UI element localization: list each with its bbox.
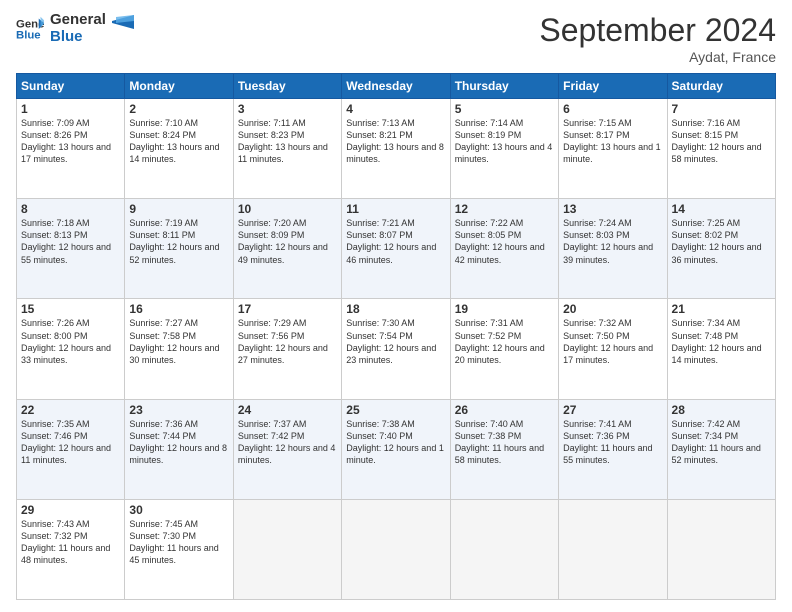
day-19: 19 Sunrise: 7:31 AMSunset: 7:52 PMDaylig… xyxy=(450,299,558,399)
day-10: 10 Sunrise: 7:20 AMSunset: 8:09 PMDaylig… xyxy=(233,199,341,299)
day-25: 25 Sunrise: 7:38 AMSunset: 7:40 PMDaylig… xyxy=(342,399,450,499)
week-4: 22 Sunrise: 7:35 AMSunset: 7:46 PMDaylig… xyxy=(17,399,776,499)
day-2: 2 Sunrise: 7:10 AMSunset: 8:24 PMDayligh… xyxy=(125,99,233,199)
header-row: Sunday Monday Tuesday Wednesday Thursday… xyxy=(17,74,776,99)
day-26: 26 Sunrise: 7:40 AMSunset: 7:38 PMDaylig… xyxy=(450,399,558,499)
svg-text:Blue: Blue xyxy=(16,29,41,41)
calendar-table: Sunday Monday Tuesday Wednesday Thursday… xyxy=(16,73,776,600)
col-saturday: Saturday xyxy=(667,74,775,99)
title-block: September 2024 Aydat, France xyxy=(539,12,776,65)
day-4: 4 Sunrise: 7:13 AMSunset: 8:21 PMDayligh… xyxy=(342,99,450,199)
header: General Blue General Blue September 2024… xyxy=(16,12,776,65)
logo-icon: General Blue xyxy=(16,15,44,43)
week-5: 29 Sunrise: 7:43 AMSunset: 7:32 PMDaylig… xyxy=(17,499,776,599)
day-3: 3 Sunrise: 7:11 AMSunset: 8:23 PMDayligh… xyxy=(233,99,341,199)
col-tuesday: Tuesday xyxy=(233,74,341,99)
day-9: 9 Sunrise: 7:19 AMSunset: 8:11 PMDayligh… xyxy=(125,199,233,299)
day-empty-5 xyxy=(667,499,775,599)
day-7: 7 Sunrise: 7:16 AMSunset: 8:15 PMDayligh… xyxy=(667,99,775,199)
week-2: 8 Sunrise: 7:18 AMSunset: 8:13 PMDayligh… xyxy=(17,199,776,299)
col-thursday: Thursday xyxy=(450,74,558,99)
week-3: 15 Sunrise: 7:26 AMSunset: 8:00 PMDaylig… xyxy=(17,299,776,399)
location: Aydat, France xyxy=(539,49,776,65)
day-empty-2 xyxy=(342,499,450,599)
day-28: 28 Sunrise: 7:42 AMSunset: 7:34 PMDaylig… xyxy=(667,399,775,499)
day-8: 8 Sunrise: 7:18 AMSunset: 8:13 PMDayligh… xyxy=(17,199,125,299)
day-12: 12 Sunrise: 7:22 AMSunset: 8:05 PMDaylig… xyxy=(450,199,558,299)
day-6: 6 Sunrise: 7:15 AMSunset: 8:17 PMDayligh… xyxy=(559,99,667,199)
day-5: 5 Sunrise: 7:14 AMSunset: 8:19 PMDayligh… xyxy=(450,99,558,199)
month-title: September 2024 xyxy=(539,12,776,49)
week-1: 1 Sunrise: 7:09 AMSunset: 8:26 PMDayligh… xyxy=(17,99,776,199)
day-18: 18 Sunrise: 7:30 AMSunset: 7:54 PMDaylig… xyxy=(342,299,450,399)
day-29: 29 Sunrise: 7:43 AMSunset: 7:32 PMDaylig… xyxy=(17,499,125,599)
day-empty-4 xyxy=(559,499,667,599)
day-13: 13 Sunrise: 7:24 AMSunset: 8:03 PMDaylig… xyxy=(559,199,667,299)
day-1: 1 Sunrise: 7:09 AMSunset: 8:26 PMDayligh… xyxy=(17,99,125,199)
day-11: 11 Sunrise: 7:21 AMSunset: 8:07 PMDaylig… xyxy=(342,199,450,299)
day-27: 27 Sunrise: 7:41 AMSunset: 7:36 PMDaylig… xyxy=(559,399,667,499)
logo-general: General xyxy=(50,12,106,29)
page: General Blue General Blue September 2024… xyxy=(0,0,792,612)
day-30: 30 Sunrise: 7:45 AMSunset: 7:30 PMDaylig… xyxy=(125,499,233,599)
day-20: 20 Sunrise: 7:32 AMSunset: 7:50 PMDaylig… xyxy=(559,299,667,399)
day-16: 16 Sunrise: 7:27 AMSunset: 7:58 PMDaylig… xyxy=(125,299,233,399)
logo: General Blue General Blue xyxy=(16,12,134,45)
col-sunday: Sunday xyxy=(17,74,125,99)
day-empty-3 xyxy=(450,499,558,599)
day-15: 15 Sunrise: 7:26 AMSunset: 8:00 PMDaylig… xyxy=(17,299,125,399)
col-monday: Monday xyxy=(125,74,233,99)
day-empty-1 xyxy=(233,499,341,599)
day-14: 14 Sunrise: 7:25 AMSunset: 8:02 PMDaylig… xyxy=(667,199,775,299)
logo-blue: Blue xyxy=(50,29,106,46)
col-friday: Friday xyxy=(559,74,667,99)
day-21: 21 Sunrise: 7:34 AMSunset: 7:48 PMDaylig… xyxy=(667,299,775,399)
col-wednesday: Wednesday xyxy=(342,74,450,99)
day-22: 22 Sunrise: 7:35 AMSunset: 7:46 PMDaylig… xyxy=(17,399,125,499)
day-24: 24 Sunrise: 7:37 AMSunset: 7:42 PMDaylig… xyxy=(233,399,341,499)
logo-arrow-icon xyxy=(112,15,134,35)
day-23: 23 Sunrise: 7:36 AMSunset: 7:44 PMDaylig… xyxy=(125,399,233,499)
day-17: 17 Sunrise: 7:29 AMSunset: 7:56 PMDaylig… xyxy=(233,299,341,399)
